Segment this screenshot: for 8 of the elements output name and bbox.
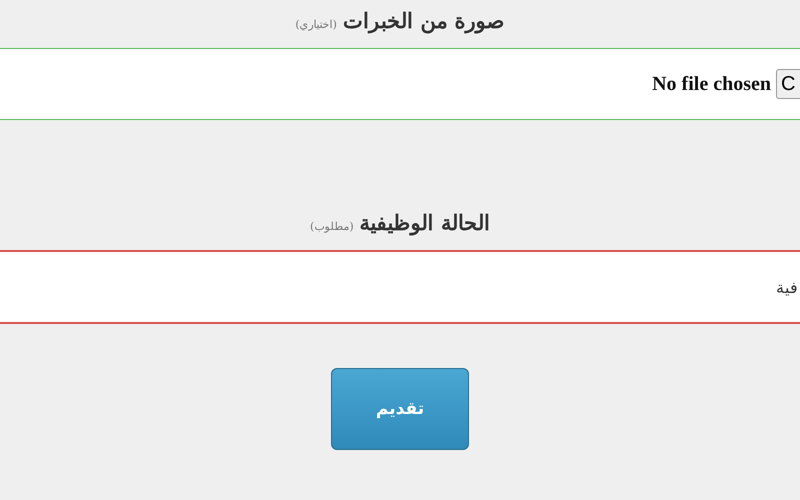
choose-file-button[interactable]: C xyxy=(776,69,800,99)
file-status: No file chosen xyxy=(652,72,771,96)
field-note: (اختياري) xyxy=(295,18,337,31)
field-note: (مطلوب) xyxy=(310,220,354,233)
file-input[interactable]: No file chosen C xyxy=(0,48,800,120)
select-field[interactable]: فية xyxy=(0,250,800,324)
field-label: الحالة الوظيفية xyxy=(360,210,490,235)
field-label: صورة من الخبرات xyxy=(342,8,505,33)
